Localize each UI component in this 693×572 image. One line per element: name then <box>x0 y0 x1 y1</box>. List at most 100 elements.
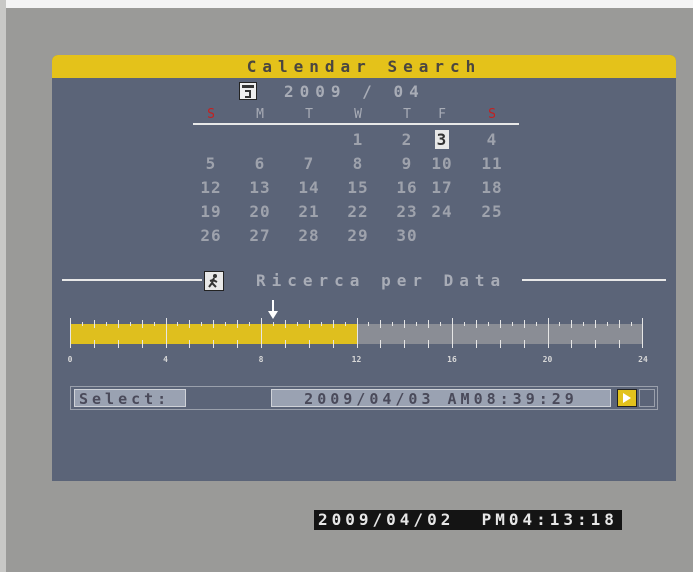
calendar-day[interactable]: 2 <box>392 129 422 151</box>
timeline-minor-tick <box>428 320 430 328</box>
calendar-day[interactable]: 22 <box>343 201 373 223</box>
timeline-minor-tick <box>105 322 107 326</box>
calendar-day[interactable]: 13 <box>245 177 275 199</box>
calendar-day[interactable]: 23 <box>392 201 422 223</box>
timeline-minor-tick <box>237 320 239 328</box>
calendar-day[interactable]: 5 <box>196 153 226 175</box>
search-mode-label[interactable]: Ricerca per Data <box>256 270 506 292</box>
calendar-day[interactable]: 12 <box>196 177 226 199</box>
timeline-minor-tick <box>404 340 406 348</box>
select-label: Select: <box>74 389 186 408</box>
timeline-bar[interactable] <box>70 318 643 348</box>
timeline-minor-tick <box>595 320 597 328</box>
timeline-minor-tick <box>308 340 310 348</box>
select-datetime-field[interactable]: 2009/04/03 AM08:39:29 <box>271 389 611 408</box>
calendar-day[interactable]: 29 <box>343 225 373 247</box>
calendar-day[interactable]: 19 <box>196 201 226 223</box>
time-pointer-arrow-icon[interactable] <box>267 300 279 320</box>
timeline-minor-tick <box>249 322 251 326</box>
calendar-day[interactable]: 11 <box>477 153 507 175</box>
timeline-minor-tick <box>117 320 119 328</box>
timeline-minor-tick <box>428 340 430 348</box>
timeline-major-tick <box>165 318 167 348</box>
timeline-major-tick <box>356 318 358 348</box>
calendar-day[interactable]: 18 <box>477 177 507 199</box>
timeline-minor-tick <box>380 320 382 328</box>
timeline-minor-tick <box>141 320 143 328</box>
timeline-minor-tick <box>320 322 322 326</box>
calendar-icon[interactable] <box>239 82 257 100</box>
weekday-label: S <box>488 107 496 122</box>
system-clock: 2009/04/02 PM04:13:18 <box>314 510 622 530</box>
timeline-minor-tick <box>404 320 406 328</box>
weekday-label: T <box>305 107 313 122</box>
walking-person-icon[interactable] <box>204 271 224 291</box>
timeline-hour-label: 0 <box>67 355 73 364</box>
timeline-minor-tick <box>595 340 597 348</box>
timeline-hour-label: 8 <box>258 355 264 364</box>
select-row: Select: 2009/04/03 AM08:39:29 <box>70 386 658 410</box>
timeline-minor-tick <box>380 340 382 348</box>
timeline-minor-tick <box>559 322 561 326</box>
play-button[interactable] <box>617 389 637 407</box>
timeline-minor-tick <box>93 320 95 328</box>
calendar-day[interactable]: 21 <box>294 201 324 223</box>
year-month-selector[interactable]: 2009 / 04 <box>284 82 425 102</box>
calendar-day[interactable]: 28 <box>294 225 324 247</box>
timeline-minor-tick <box>153 322 155 326</box>
timeline-minor-tick <box>284 340 286 348</box>
timeline-minor-tick <box>523 340 525 348</box>
weekday-divider <box>193 123 519 125</box>
timeline-minor-tick <box>81 322 83 326</box>
timeline-major-tick <box>452 318 453 348</box>
calendar-day[interactable]: 15 <box>343 177 373 199</box>
calendar-day[interactable]: 10 <box>427 153 457 175</box>
calendar-day[interactable]: 17 <box>427 177 457 199</box>
calendar-day[interactable]: 9 <box>392 153 422 175</box>
timeline-minor-tick <box>213 320 215 328</box>
timeline-minor-tick <box>237 340 239 348</box>
calendar-day[interactable]: 3 <box>427 129 457 151</box>
timeline-minor-tick <box>332 320 334 328</box>
timeline-minor-tick <box>189 340 191 348</box>
calendar-day[interactable]: 14 <box>294 177 324 199</box>
timeline-minor-tick <box>631 322 633 326</box>
calendar-day[interactable]: 27 <box>245 225 275 247</box>
timeline-minor-tick <box>619 340 621 348</box>
timeline-minor-tick <box>344 322 346 326</box>
timeline-major-tick <box>70 318 71 348</box>
calendar-search-panel: Calendar Search 2009 / 04 SMTWTFS 123456… <box>52 55 676 481</box>
timeline-minor-tick <box>571 340 573 348</box>
calendar-day[interactable]: 26 <box>196 225 226 247</box>
timeline-minor-tick <box>475 340 477 348</box>
calendar-day[interactable]: 6 <box>245 153 275 175</box>
timeline-hour-label: 20 <box>542 355 553 364</box>
year-value[interactable]: 2009 <box>284 82 347 101</box>
calendar-day[interactable]: 8 <box>343 153 373 175</box>
timeline-minor-tick <box>440 322 442 326</box>
calendar-day[interactable]: 20 <box>245 201 275 223</box>
timeline-hour-label: 24 <box>638 355 648 364</box>
calendar-day[interactable]: 1 <box>343 129 373 151</box>
calendar-day[interactable]: 4 <box>477 129 507 151</box>
timeline-minor-tick <box>189 320 191 328</box>
title-bar: Calendar Search <box>52 55 676 78</box>
timeline-minor-tick <box>463 322 465 326</box>
calendar-day[interactable]: 30 <box>392 225 422 247</box>
timeline-major-tick <box>642 318 643 348</box>
timeline-minor-tick <box>475 320 477 328</box>
year-month-separator: / <box>362 82 378 101</box>
timeline-minor-tick <box>177 322 179 326</box>
timeline-minor-tick <box>511 322 513 326</box>
calendar-day[interactable]: 24 <box>427 201 457 223</box>
calendar-day[interactable]: 7 <box>294 153 324 175</box>
timeline-minor-tick <box>201 322 203 326</box>
timeline-minor-tick <box>368 322 370 326</box>
screen-left-edge <box>0 0 6 572</box>
calendar-day[interactable]: 25 <box>477 201 507 223</box>
timeline-minor-tick <box>225 322 227 326</box>
calendar-day[interactable]: 16 <box>392 177 422 199</box>
month-value[interactable]: 04 <box>393 82 424 101</box>
timeline-minor-tick <box>308 320 310 328</box>
mode-divider-right <box>522 279 666 281</box>
